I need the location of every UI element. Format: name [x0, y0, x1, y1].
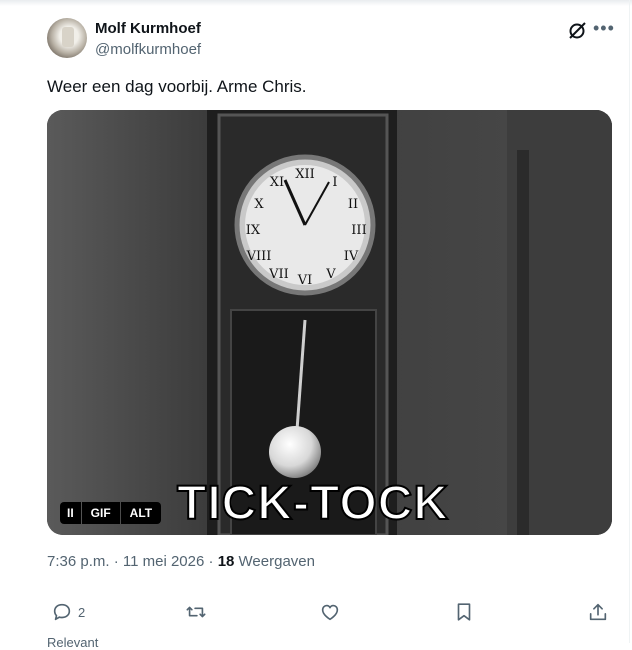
action-bar: 2 [47, 598, 612, 628]
avatar[interactable] [47, 18, 87, 58]
views-count: 18 [217, 553, 235, 570]
like-button[interactable] [319, 598, 341, 626]
svg-text:X: X [254, 197, 264, 212]
more-icon[interactable]: ••• [593, 18, 615, 39]
top-divider [0, 0, 632, 6]
svg-text:VIII: VIII [246, 249, 272, 264]
reply-count: 2 [78, 604, 86, 620]
share-button[interactable] [587, 598, 609, 626]
tweet-date[interactable]: 11 mei 2026 [123, 553, 204, 570]
author-name[interactable]: Molf Kurmhoef [95, 20, 201, 37]
meta-separator: · [208, 553, 214, 570]
like-icon [321, 604, 339, 621]
alt-text-button[interactable]: ALT [120, 502, 162, 524]
bookmark-button[interactable] [453, 598, 475, 626]
svg-text:IV: IV [344, 249, 359, 264]
retweet-button[interactable] [185, 598, 207, 626]
svg-text:III: III [351, 223, 366, 238]
grok-icon[interactable] [566, 20, 588, 42]
svg-text:XII: XII [295, 167, 315, 182]
svg-text:V: V [325, 267, 336, 282]
svg-text:VII: VII [268, 267, 289, 282]
meta-separator: · [113, 553, 119, 570]
tweet-text: Weer een dag voorbij. Arme Chris. [47, 77, 307, 96]
media-badges: II GIF ALT [60, 502, 162, 524]
svg-text:IX: IX [246, 223, 261, 238]
svg-text:II: II [348, 197, 358, 212]
svg-text:XI: XI [270, 175, 284, 190]
tweet-time[interactable]: 7:36 p.m. [47, 553, 110, 570]
tweet-media-gif[interactable]: XII I II III IV V VI VII VIII IX X XI TICK-TOCK [47, 110, 612, 535]
tweet-meta: 7:36 p.m. · 11 mei 2026 · 18 Weergaven [47, 553, 315, 570]
avatar-figure [62, 27, 74, 47]
views-label: Weergaven [238, 553, 315, 570]
retweet-icon [186, 606, 206, 618]
gif-caption: TICK-TOCK [176, 476, 450, 531]
author-handle[interactable]: @molfkurmhoef [95, 41, 201, 58]
pause-button[interactable]: II [60, 502, 81, 524]
gif-frame: XIIIII IIIIVV VIVIIVIII IXXXI [47, 110, 612, 535]
share-icon [589, 603, 607, 621]
reply-icon [53, 603, 71, 621]
reply-button[interactable]: 2 [51, 598, 85, 626]
bookmark-icon [457, 603, 471, 621]
svg-text:VI: VI [297, 273, 313, 288]
column-border [629, 0, 630, 643]
gif-badge: GIF [81, 502, 120, 524]
svg-text:I: I [332, 175, 337, 190]
